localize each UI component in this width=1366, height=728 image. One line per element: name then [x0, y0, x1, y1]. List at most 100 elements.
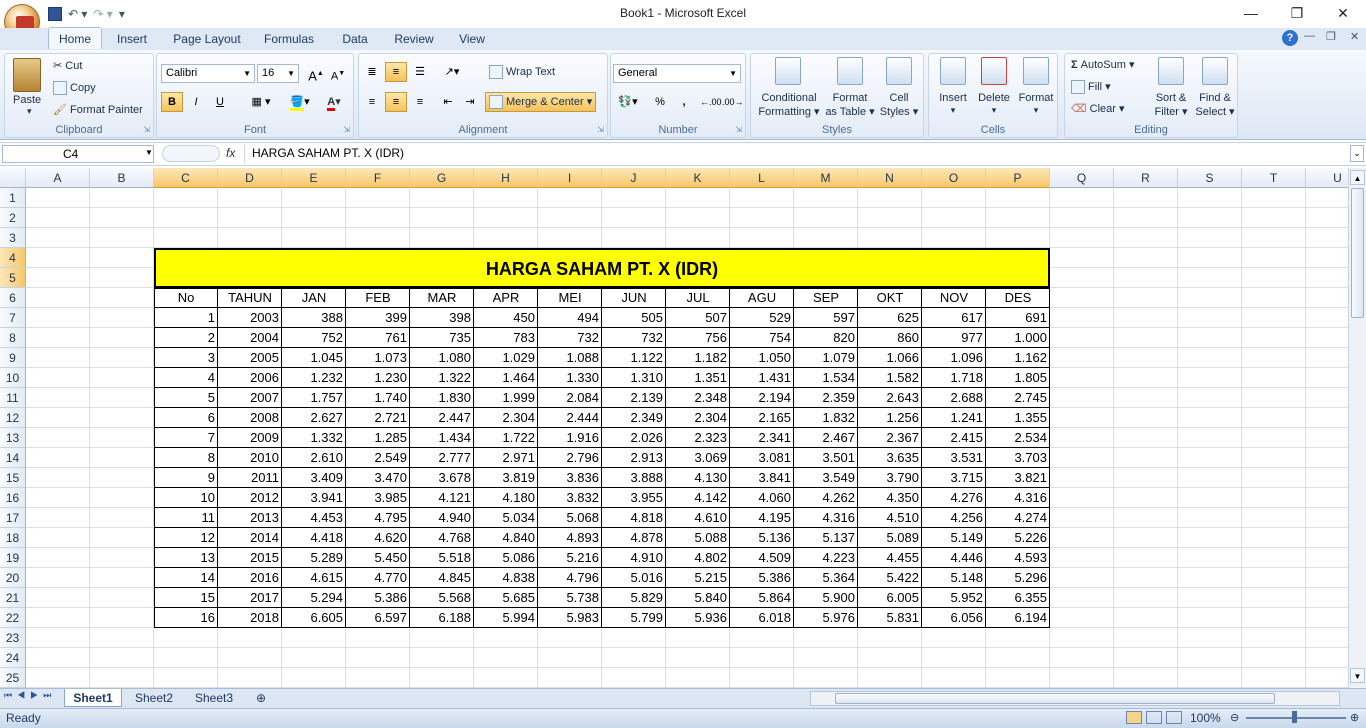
name-box-dropdown-icon[interactable]: ▼ — [145, 148, 153, 157]
normal-view-icon[interactable] — [1126, 711, 1142, 724]
table-cell[interactable]: 3.836 — [538, 468, 601, 488]
table-cell[interactable]: 6 — [154, 408, 217, 428]
table-cell[interactable]: 2008 — [218, 408, 281, 428]
table-cell[interactable]: 5.983 — [538, 608, 601, 628]
table-cell[interactable]: 732 — [538, 328, 601, 348]
shrink-font-button[interactable]: A▼ — [327, 64, 349, 84]
table-cell[interactable]: 2.359 — [794, 388, 857, 408]
table-cell[interactable]: 1.096 — [922, 348, 985, 368]
table-cell[interactable]: 4.893 — [538, 528, 601, 548]
sheet-tab-sheet2[interactable]: Sheet2 — [126, 689, 182, 707]
table-cell[interactable]: 2007 — [218, 388, 281, 408]
table-cell[interactable]: 2.627 — [282, 408, 345, 428]
table-cell[interactable]: 2015 — [218, 548, 281, 568]
table-cell[interactable]: 2.084 — [538, 388, 601, 408]
table-cell[interactable]: 12 — [154, 528, 217, 548]
table-cell[interactable]: 691 — [986, 308, 1049, 328]
table-cell[interactable]: 3.985 — [346, 488, 409, 508]
table-cell[interactable]: 3.703 — [986, 448, 1049, 468]
align-top-button[interactable]: ≣ — [361, 62, 383, 82]
orientation-button[interactable]: ↗▾ — [437, 62, 467, 82]
table-cell[interactable]: 3.819 — [474, 468, 537, 488]
table-cell[interactable]: 1.241 — [922, 408, 985, 428]
row-header[interactable]: 12 — [0, 408, 26, 428]
formula-bar-handle[interactable] — [162, 145, 220, 162]
help-icon[interactable]: ? — [1282, 30, 1298, 46]
horizontal-scroll-thumb[interactable] — [835, 693, 1275, 704]
table-cell[interactable]: 5.149 — [922, 528, 985, 548]
table-cell[interactable]: 4.256 — [922, 508, 985, 528]
table-cell[interactable]: 2.304 — [474, 408, 537, 428]
table-cell[interactable]: 1.066 — [858, 348, 921, 368]
find-select-button[interactable]: Find & Select ▾ — [1193, 54, 1237, 122]
column-header[interactable]: P — [986, 168, 1050, 188]
table-cell[interactable]: 1.534 — [794, 368, 857, 388]
table-cell[interactable]: 3.409 — [282, 468, 345, 488]
table-header-cell[interactable]: MEI — [538, 288, 602, 308]
number-format-combo[interactable]: General ▼ — [613, 64, 741, 83]
table-cell[interactable]: 1.122 — [602, 348, 665, 368]
table-cell[interactable]: 5.518 — [410, 548, 473, 568]
page-break-view-icon[interactable] — [1166, 711, 1182, 724]
row-header[interactable]: 21 — [0, 588, 26, 608]
table-cell[interactable]: 1.332 — [282, 428, 345, 448]
table-cell[interactable]: 1.830 — [410, 388, 473, 408]
vertical-scroll-thumb[interactable] — [1351, 188, 1364, 318]
table-cell[interactable]: 2004 — [218, 328, 281, 348]
table-cell[interactable]: 597 — [794, 308, 857, 328]
table-cell[interactable]: 2.139 — [602, 388, 665, 408]
table-cell[interactable]: 4.262 — [794, 488, 857, 508]
tab-data[interactable]: Data — [334, 28, 376, 50]
table-cell[interactable]: 2003 — [218, 308, 281, 328]
table-cell[interactable]: 5.738 — [538, 588, 601, 608]
table-cell[interactable]: 15 — [154, 588, 217, 608]
table-cell[interactable]: 6.188 — [410, 608, 473, 628]
vertical-scrollbar[interactable]: ▲ ▼ — [1348, 168, 1366, 688]
table-cell[interactable]: 5.900 — [794, 588, 857, 608]
align-middle-button[interactable]: ≡ — [385, 62, 407, 82]
row-header[interactable]: 13 — [0, 428, 26, 448]
row-header[interactable]: 14 — [0, 448, 26, 468]
table-cell[interactable]: 5.386 — [730, 568, 793, 588]
zoom-in-icon[interactable]: ⊕ — [1350, 711, 1359, 724]
table-cell[interactable]: 4 — [154, 368, 217, 388]
sheet-tab-sheet1[interactable]: Sheet1 — [64, 689, 122, 707]
table-cell[interactable]: 4.910 — [602, 548, 665, 568]
scroll-down-icon[interactable]: ▼ — [1350, 668, 1365, 683]
format-painter-button[interactable]: 🖌 Format Painter — [53, 103, 143, 116]
table-cell[interactable]: 494 — [538, 308, 601, 328]
table-cell[interactable]: 10 — [154, 488, 217, 508]
table-cell[interactable]: 2.323 — [666, 428, 729, 448]
table-cell[interactable]: 1.582 — [858, 368, 921, 388]
row-header[interactable]: 25 — [0, 668, 26, 688]
table-cell[interactable]: 8 — [154, 448, 217, 468]
table-cell[interactable]: 505 — [602, 308, 665, 328]
tab-insert[interactable]: Insert — [110, 28, 154, 50]
insert-function-button[interactable]: fx — [226, 146, 235, 160]
sheet-navigation-arrows[interactable]: ⏮◀▶⏭ — [4, 690, 56, 701]
table-cell[interactable]: 1.722 — [474, 428, 537, 448]
table-cell[interactable]: 5.068 — [538, 508, 601, 528]
table-cell[interactable]: 2.913 — [602, 448, 665, 468]
table-cell[interactable]: 2014 — [218, 528, 281, 548]
table-cell[interactable]: 5.137 — [794, 528, 857, 548]
table-cell[interactable]: 3.470 — [346, 468, 409, 488]
table-cell[interactable]: 2.745 — [986, 388, 1049, 408]
table-cell[interactable]: 860 — [858, 328, 921, 348]
bold-button[interactable]: B — [161, 92, 183, 112]
copy-button[interactable]: Copy — [53, 81, 96, 95]
table-cell[interactable]: 1.256 — [858, 408, 921, 428]
table-cell[interactable]: 2.304 — [666, 408, 729, 428]
table-cell[interactable]: 4.838 — [474, 568, 537, 588]
row-header[interactable]: 3 — [0, 228, 26, 248]
row-header[interactable]: 24 — [0, 648, 26, 668]
table-cell[interactable]: 4.510 — [858, 508, 921, 528]
row-header[interactable]: 8 — [0, 328, 26, 348]
table-cell[interactable]: 5.976 — [794, 608, 857, 628]
table-cell[interactable]: 2.549 — [346, 448, 409, 468]
table-cell[interactable]: 1.464 — [474, 368, 537, 388]
horizontal-scrollbar[interactable] — [810, 691, 1340, 706]
tab-formulas[interactable]: Formulas — [258, 28, 320, 50]
table-header-cell[interactable]: No — [154, 288, 218, 308]
table-cell[interactable]: 732 — [602, 328, 665, 348]
